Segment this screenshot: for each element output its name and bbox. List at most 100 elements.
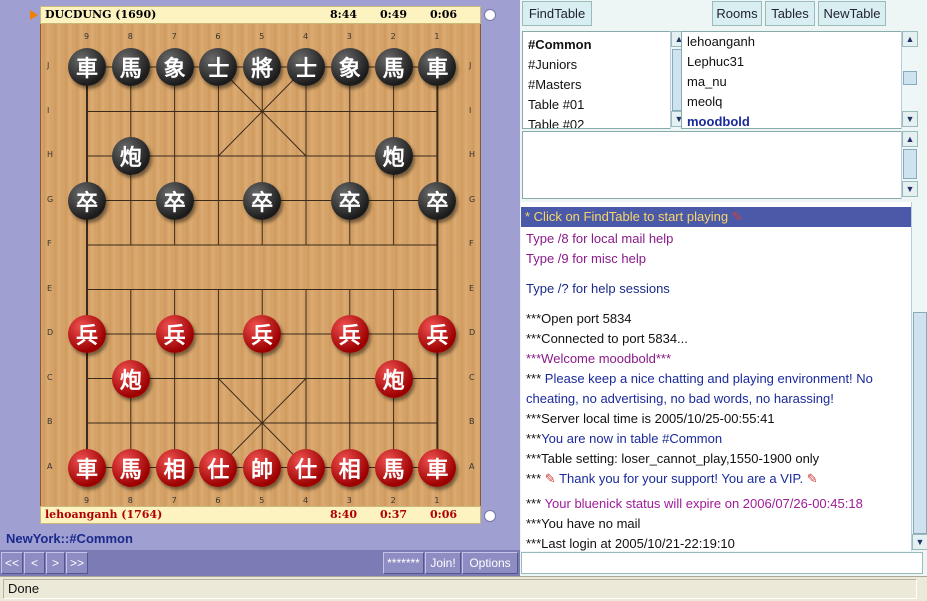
user-list-item[interactable]: moodbold [682,112,902,128]
scroll-thumb[interactable] [903,71,917,85]
top-player-bar: DUCDUNG (1690) 8:44 0:49 0:06 [40,6,481,24]
table-password-field[interactable]: ******* [383,552,424,574]
rank-label: D [47,328,54,337]
scroll-up-icon[interactable]: ▲ [902,31,918,47]
scroll-up-icon[interactable]: ▲ [902,131,918,147]
scroll-down-icon[interactable]: ▼ [912,534,927,550]
black-piece[interactable]: 炮 [374,137,413,175]
red-piece[interactable]: 炮 [111,359,150,398]
top-player-move-time: 0:49 [380,8,408,21]
chat-line: Type /8 for local mail help [526,231,674,246]
chat-scrollbar[interactable]: ▼ [911,202,927,551]
new-table-button[interactable]: NewTable [818,1,886,26]
scroll-down-icon[interactable]: ▼ [902,181,918,197]
board-grid [86,66,439,468]
red-piece[interactable]: 馬 [374,448,413,487]
game-panel: DUCDUNG (1690) 8:44 0:49 0:06 9 9 8 8 7 7 6 6 5 5… [0,0,520,576]
user-list-item[interactable]: Lephuc31 [682,52,902,72]
black-piece[interactable]: 卒 [155,181,194,220]
top-player-radio[interactable] [484,9,496,21]
red-piece[interactable]: 相 [330,448,369,487]
rank-label: H [469,150,476,159]
scroll-down-icon[interactable]: ▼ [902,111,918,127]
status-bar: Done [0,576,927,601]
file-label: 7 [171,32,177,41]
red-piece[interactable]: 帥 [243,448,282,487]
chat-line: ***Open port 5834 [526,311,632,326]
bottom-player-bar: lehoanganh (1764) 8:40 0:37 0:06 [40,506,481,524]
red-piece[interactable]: 仕 [199,448,238,487]
rooms-button[interactable]: Rooms [712,1,762,26]
room-list-item[interactable]: Table #02 [523,115,671,128]
red-piece[interactable]: 兵 [68,315,106,353]
file-label: 1 [434,496,440,505]
black-piece[interactable]: 象 [330,48,369,86]
first-move-button[interactable]: << [1,552,23,574]
bottom-player-radio[interactable] [484,510,496,522]
file-label: 3 [346,32,352,41]
chat-line: ***Server local time is 2005/10/25-00:55… [526,411,775,426]
last-move-button[interactable]: >> [66,552,88,574]
red-piece[interactable]: 車 [68,448,106,487]
next-move-button[interactable]: > [46,552,65,574]
file-label: 4 [303,32,309,41]
rank-label: A [47,461,53,471]
user-list-item[interactable]: lehoanganh [682,32,902,52]
chat-line: ***Welcome moodbold*** [526,351,672,366]
room-list-item[interactable]: #Masters [523,75,671,95]
room-list: #Common #Juniors #Masters Table #01 Table #0… [522,31,672,129]
user-list-item[interactable]: meolq [682,92,902,112]
chat-input[interactable] [521,552,923,574]
red-piece[interactable]: 兵 [155,315,194,353]
file-label: 9 [84,496,90,505]
bottom-player-move-time: 0:37 [380,508,408,521]
black-piece[interactable]: 卒 [68,181,106,220]
room-list-item[interactable]: Table #01 [523,95,671,115]
black-piece[interactable]: 象 [155,48,194,86]
info-box-scrollbar[interactable]: ▲ ▼ [901,131,918,199]
scroll-thumb[interactable] [913,312,927,534]
black-piece[interactable]: 將 [243,48,282,86]
rank-label: D [469,328,476,337]
rank-label: G [469,194,476,204]
prev-move-button[interactable]: < [24,552,45,574]
top-player-byoyomi: 0:06 [430,8,458,21]
chat-line: Type /9 for misc help [526,251,646,266]
room-list-item[interactable]: #Juniors [523,55,671,75]
room-list-item[interactable]: #Common [523,35,671,55]
user-list-scrollbar[interactable]: ▲ ▼ [901,31,918,129]
black-piece[interactable]: 卒 [243,181,282,220]
black-piece[interactable]: 炮 [111,137,150,175]
scroll-thumb[interactable] [903,149,917,179]
join-button[interactable]: Join! [425,552,461,574]
black-piece[interactable]: 馬 [374,48,413,86]
red-piece[interactable]: 相 [155,448,194,487]
file-label: 6 [215,32,221,41]
rank-label: J [47,61,50,70]
chat-log: * Click on FindTable to start playing ✎ T… [521,202,911,551]
black-piece[interactable]: 士 [287,48,325,86]
tables-button[interactable]: Tables [765,1,815,26]
bottom-player-clock: 8:40 [330,508,358,521]
pin-icon: ✎ [728,209,743,224]
user-list-item[interactable]: ma_nu [682,72,902,92]
black-piece[interactable]: 馬 [111,48,150,86]
file-label: 8 [127,32,133,41]
options-button[interactable]: Options [462,552,518,574]
red-piece[interactable]: 仕 [287,448,325,487]
user-list: lehoanganh Lephuc31 ma_nu meolq moodbold [681,31,903,129]
red-piece[interactable]: 車 [418,448,457,487]
red-piece[interactable]: 兵 [330,315,369,353]
red-piece[interactable]: 馬 [111,448,150,487]
rank-label: A [469,461,475,471]
find-table-button[interactable]: FindTable [522,1,592,26]
red-piece[interactable]: 炮 [374,359,413,398]
chat-line: ***Connected to port 5834... [526,331,688,346]
black-piece[interactable]: 車 [68,48,106,86]
red-piece[interactable]: 兵 [243,315,282,353]
black-piece[interactable]: 卒 [330,181,369,220]
xiangqi-board[interactable]: 998877665544332211JJIIHHGGFFEEDDCCBBAA車馬… [40,24,481,506]
black-piece[interactable]: 卒 [418,181,457,220]
chat-line: *** Your bluenick status will expire on … [526,496,863,511]
rank-label: F [47,239,52,248]
